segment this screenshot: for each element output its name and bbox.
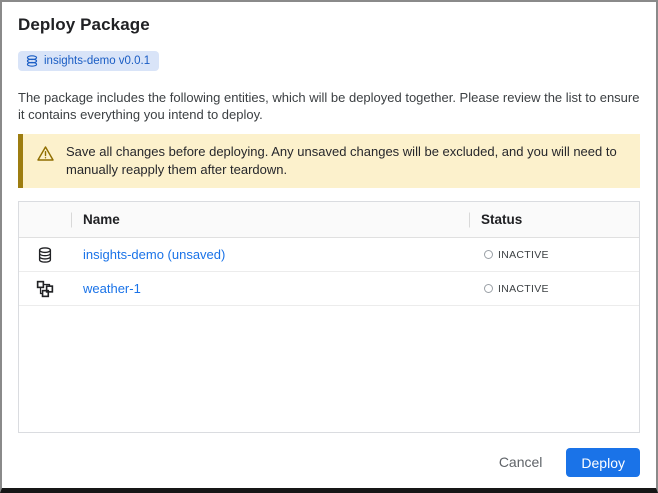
header-status-column: Status (469, 211, 639, 229)
stack-icon (25, 54, 39, 68)
name-column-label: Name (71, 212, 120, 227)
status-badge: INACTIVE (469, 249, 639, 261)
status-column-label: Status (469, 212, 522, 227)
cancel-button[interactable]: Cancel (485, 446, 557, 478)
schema-icon (19, 280, 71, 298)
table-header-row: Name Status (19, 202, 639, 238)
package-version-chip[interactable]: insights-demo v0.0.1 (18, 51, 159, 71)
package-version-label: insights-demo v0.0.1 (44, 54, 150, 68)
entity-table: Name Status insights-demo (unsaved) (18, 201, 640, 433)
deploy-package-dialog: Deploy Package insights-demo v0.0.1 The … (0, 0, 658, 493)
dialog-footer: Cancel Deploy (485, 446, 640, 478)
dialog-description: The package includes the following entit… (18, 89, 640, 123)
column-divider (71, 212, 72, 227)
warning-triangle-icon (36, 143, 55, 168)
warning-text: Save all changes before deploying. Any u… (66, 143, 626, 179)
header-name-column: Name (71, 211, 469, 229)
database-icon (19, 246, 71, 264)
table-row: weather-1 INACTIVE (19, 272, 639, 306)
status-badge: INACTIVE (469, 283, 639, 295)
entity-link[interactable]: weather-1 (71, 281, 469, 296)
column-divider (469, 212, 470, 227)
status-label: INACTIVE (498, 283, 549, 295)
unsaved-changes-warning: Save all changes before deploying. Any u… (18, 134, 640, 188)
inactive-circle-icon (484, 284, 493, 293)
table-row: insights-demo (unsaved) INACTIVE (19, 238, 639, 272)
entity-link[interactable]: insights-demo (unsaved) (71, 247, 469, 262)
page-title: Deploy Package (18, 15, 640, 35)
status-label: INACTIVE (498, 249, 549, 261)
deploy-button[interactable]: Deploy (566, 448, 640, 477)
inactive-circle-icon (484, 250, 493, 259)
